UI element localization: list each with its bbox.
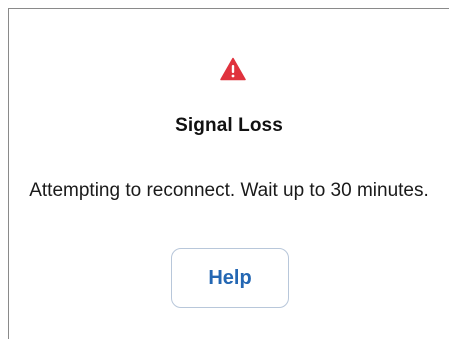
dialog-title: Signal Loss	[175, 115, 283, 136]
window-frame: Signal Loss Attempting to reconnect. Wai…	[0, 0, 449, 339]
signal-loss-dialog: Signal Loss Attempting to reconnect. Wai…	[9, 9, 449, 339]
dialog-message: Attempting to reconnect. Wait up to 30 m…	[29, 180, 429, 201]
warning-triangle-icon	[220, 57, 246, 81]
help-button-label: Help	[208, 266, 252, 289]
help-button[interactable]: Help	[171, 248, 289, 308]
